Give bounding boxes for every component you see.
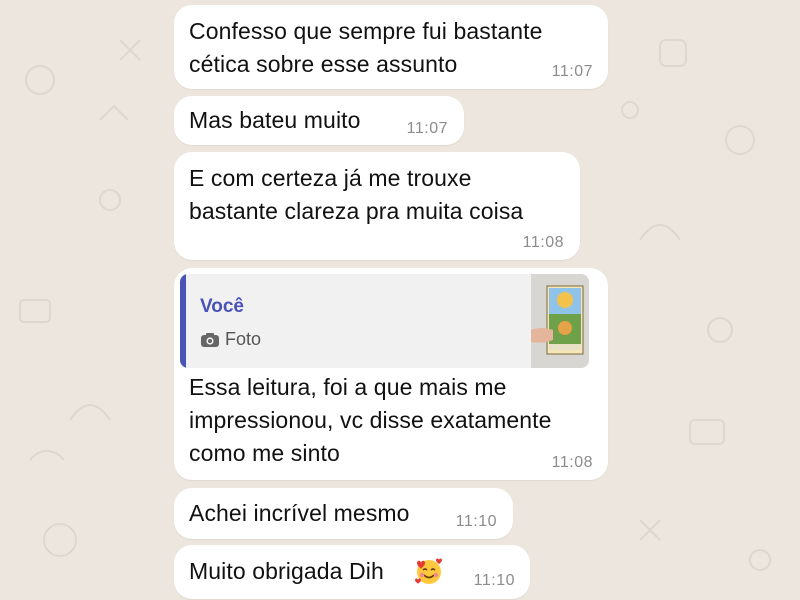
photo-thumbnail[interactable] <box>531 274 589 368</box>
message-time: 11:07 <box>551 63 593 80</box>
quote-author: Você <box>200 296 245 317</box>
message-text: Essa leitura, foi a que mais me impressi… <box>189 374 552 466</box>
message-time: 11:08 <box>522 234 564 251</box>
message-text: Achei incrível mesmo <box>189 500 410 526</box>
message-time: 11:10 <box>455 513 497 530</box>
quote-media-label: Foto <box>225 329 262 349</box>
message-text: Mas bateu muito <box>189 107 361 133</box>
smiling-face-with-hearts-icon <box>415 558 442 584</box>
message-text: Muito obrigada Dih <box>189 558 384 584</box>
message-bubble-reply[interactable]: Você Foto Essa leitura, foi a que mais m… <box>174 268 608 480</box>
message-bubble[interactable]: E com certeza já me trouxe bastante clar… <box>174 152 580 260</box>
message-text: Confesso que sempre fui bastante cética … <box>189 18 543 77</box>
message-bubble[interactable]: Muito obrigada Dih 11:10 <box>174 545 530 599</box>
camera-icon <box>201 333 219 347</box>
message-time: 11:10 <box>473 572 515 589</box>
quote-accent-bar <box>180 274 186 368</box>
message-bubble[interactable]: Confesso que sempre fui bastante cética … <box>174 5 608 89</box>
message-time: 11:08 <box>551 454 593 471</box>
message-bubble[interactable]: Mas bateu muito 11:07 <box>174 96 464 145</box>
message-text: E com certeza já me trouxe bastante clar… <box>189 165 524 224</box>
message-bubble[interactable]: Achei incrível mesmo 11:10 <box>174 488 513 539</box>
quoted-message[interactable]: Você Foto <box>180 274 589 368</box>
message-time: 11:07 <box>406 120 448 137</box>
